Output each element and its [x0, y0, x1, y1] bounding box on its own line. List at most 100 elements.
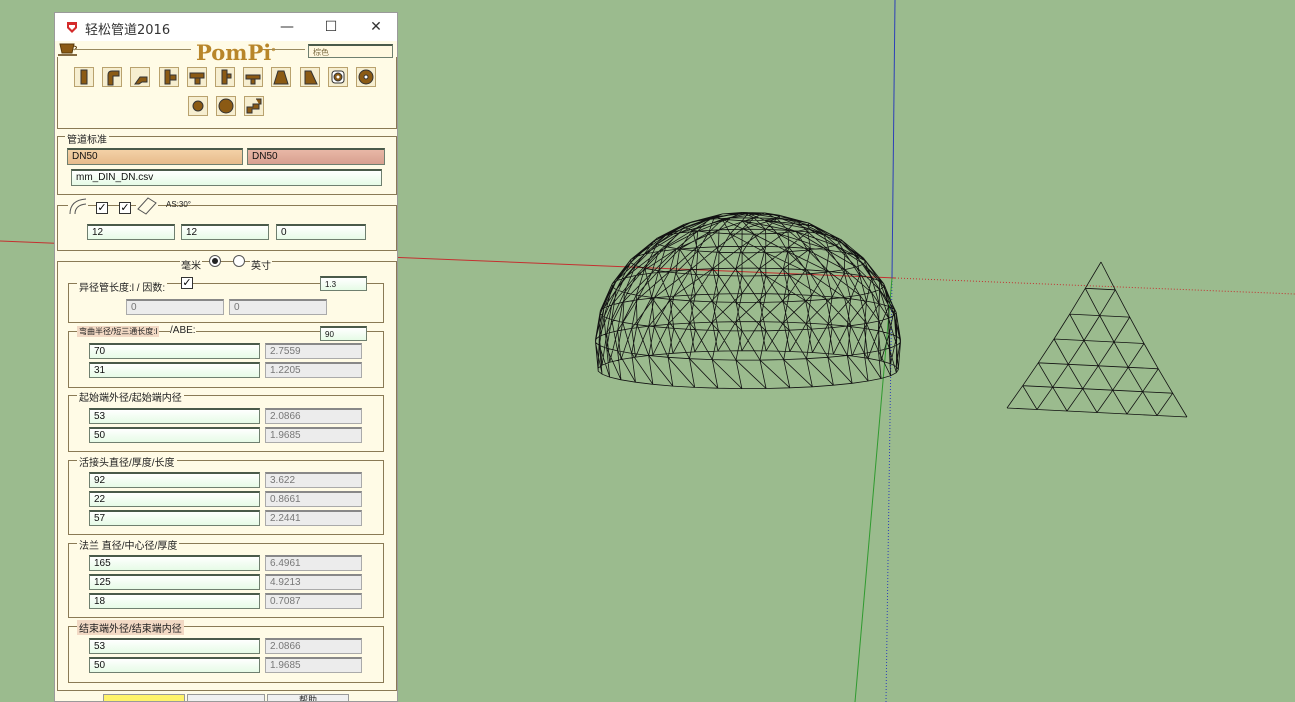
triangle-wireframe [1006, 261, 1188, 418]
reducer-checkbox[interactable]: ✓ [181, 277, 193, 289]
segment-count-field[interactable]: 12 [87, 224, 175, 240]
help-button-label: 帮助 [298, 695, 317, 702]
elbow-90-button[interactable] [102, 67, 123, 87]
bend-arc-icon[interactable] [68, 197, 88, 215]
help-button[interactable]: 帮助 [267, 694, 349, 702]
tee-reducer-button[interactable] [243, 67, 264, 87]
tee-branch-button[interactable] [215, 67, 235, 87]
end-disc-icon [218, 98, 234, 114]
flange-ring-button[interactable] [327, 67, 348, 87]
reducer-length-field-2[interactable]: 0 [229, 299, 327, 315]
cancel-button[interactable] [187, 694, 265, 701]
end-diameter-mm-field[interactable]: 53 [89, 638, 260, 654]
flange-disc-icon [358, 69, 374, 85]
pipe-standard-legend: 管道标准 [65, 131, 109, 146]
flange-disc-button[interactable] [356, 67, 376, 87]
abe-label: /ABE: [170, 325, 196, 336]
end-diameter-legend: 结束端外径/结束端内径 [77, 620, 184, 635]
eccentric-reducer-icon [304, 70, 318, 85]
cap-round-button[interactable] [188, 96, 208, 116]
segment-checkbox-2[interactable]: ✓ [119, 202, 131, 214]
s-bend-button[interactable] [244, 96, 264, 116]
standard-end-select[interactable]: DN50 [247, 148, 385, 165]
maximize-button[interactable]: ☐ [321, 18, 341, 36]
abe-field[interactable]: 90 [320, 326, 367, 341]
minimize-button[interactable]: — [277, 18, 297, 36]
start-diameter-mm-field[interactable]: 53 [89, 408, 260, 424]
elbow-90-icon [107, 70, 120, 86]
bend-legend: 弯曲半径/短三通长度:l [77, 326, 160, 337]
reducer-factor-field[interactable]: 1.3 [320, 276, 367, 291]
tee-top-icon [189, 72, 205, 85]
tee-branch-icon [221, 69, 232, 85]
reducer-cone-icon [273, 70, 290, 85]
s-bend-icon [246, 98, 262, 114]
reducer-cone-button[interactable] [271, 67, 292, 87]
flange-inch-field[interactable]: 6.4961 [265, 555, 362, 571]
end-diameter-mm-field[interactable]: 50 [89, 657, 260, 673]
flange-inch-field[interactable]: 4.9213 [265, 574, 362, 590]
window-title: 轻松管道2016 [85, 23, 171, 38]
geodesic-hemisphere[interactable] [595, 211, 901, 390]
bend-mm-field[interactable]: 70 [89, 343, 260, 359]
end-disc-button[interactable] [216, 96, 236, 116]
start-diameter-inch-field[interactable]: 1.9685 [265, 427, 362, 443]
flange-mm-field[interactable]: 165 [89, 555, 260, 571]
mm-label: 毫米 [180, 257, 202, 272]
standard-start-select[interactable]: DN50 [67, 148, 243, 165]
cap-round-icon [192, 100, 204, 112]
flange-ring-icon [331, 70, 345, 84]
segment-offset-field[interactable]: 0 [276, 224, 366, 240]
end-diameter-inch-field[interactable]: 2.0866 [265, 638, 362, 654]
inch-radio[interactable] [233, 255, 245, 267]
inch-label: 英寸 [250, 257, 272, 272]
eccentric-reducer-button[interactable] [299, 67, 320, 87]
flange-inch-field[interactable]: 0.7087 [265, 593, 362, 609]
reducer-length-field[interactable]: 0 [126, 299, 224, 315]
segment-checkbox-1[interactable]: ✓ [96, 202, 108, 214]
flange-mm-field[interactable]: 125 [89, 574, 260, 590]
start-diameter-legend: 起始端外径/起始端内径 [77, 389, 184, 404]
union-inch-field[interactable]: 0.8661 [265, 491, 362, 507]
tee-reducer-icon [245, 74, 261, 85]
standard-file-field[interactable]: mm_DIN_DN.csv [71, 169, 382, 186]
union-inch-field[interactable]: 3.622 [265, 472, 362, 488]
elbow-45-icon [134, 76, 148, 85]
dome-wireframe [595, 211, 901, 390]
end-diameter-inch-field[interactable]: 1.9685 [265, 657, 362, 673]
pipe-tool-panel: 轻松管道2016 — ☐ ✕ PomPi° 棕色 管道标准 DN50 DN50 … [54, 12, 398, 702]
start-diameter-inch-field[interactable]: 2.0866 [265, 408, 362, 424]
flange-legend: 法兰 直径/中心径/厚度 [77, 537, 180, 552]
geodesic-triangle-panel[interactable] [1006, 261, 1188, 418]
ok-button[interactable] [103, 694, 185, 701]
close-button[interactable]: ✕ [366, 18, 386, 36]
title-bar: 轻松管道2016 — ☐ ✕ [55, 13, 397, 41]
union-inch-field[interactable]: 2.2441 [265, 510, 362, 526]
segment-count-field-2[interactable]: 12 [181, 224, 269, 240]
straight-pipe-icon [80, 69, 88, 85]
app-icon [67, 22, 77, 33]
bend-inch-field[interactable]: 1.2205 [265, 362, 362, 378]
bend-inch-field[interactable]: 2.7559 [265, 343, 362, 359]
bend-mm-field[interactable]: 31 [89, 362, 260, 378]
color-field-text: 棕色 [313, 48, 329, 57]
blue-axis [891, 0, 896, 279]
flange-mm-field[interactable]: 18 [89, 593, 260, 609]
union-mm-field[interactable]: 22 [89, 491, 260, 507]
start-diameter-mm-field[interactable]: 50 [89, 427, 260, 443]
union-legend: 活接头直径/厚度/长度 [77, 454, 177, 469]
union-mm-field[interactable]: 92 [89, 472, 260, 488]
segment-cut-icon[interactable] [136, 195, 158, 215]
angle-label: AS:30° [166, 200, 191, 209]
tee-side-button[interactable] [158, 67, 179, 87]
red-axis-dotted [894, 277, 1295, 295]
header-divider-left [73, 49, 191, 50]
straight-pipe-button[interactable] [74, 67, 94, 87]
mm-radio[interactable] [209, 255, 221, 267]
tee-top-button[interactable] [186, 67, 207, 87]
color-field[interactable]: 棕色 [308, 44, 393, 58]
tee-side-icon [164, 69, 177, 85]
union-mm-field[interactable]: 57 [89, 510, 260, 526]
elbow-45-button[interactable] [130, 67, 151, 87]
reducer-legend: 异径管长度:l / 因数: [77, 279, 168, 294]
